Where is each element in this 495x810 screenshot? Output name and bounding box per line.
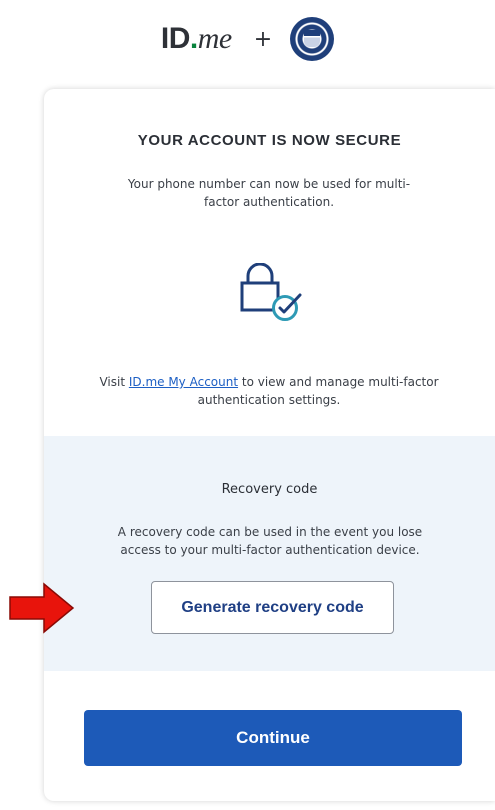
recovery-title: Recovery code (221, 482, 318, 497)
lock-check-icon (238, 262, 308, 321)
continue-button[interactable]: Continue (84, 710, 462, 766)
my-account-link[interactable]: ID.me My Account (129, 375, 238, 389)
header: ID.me + (0, 0, 495, 78)
visit-account-text: Visit ID.me My Account to view and manag… (99, 375, 439, 407)
page-title: YOUR ACCOUNT IS NOW SECURE (137, 132, 402, 149)
ssa-seal-icon (290, 17, 335, 61)
red-arrow-pointer-icon (8, 582, 76, 634)
recovery-code-section: Recovery code A recovery code can be use… (44, 436, 495, 671)
idme-logo: ID.me (160, 22, 232, 55)
generate-recovery-code-button[interactable]: Generate recovery code (151, 581, 394, 634)
plus-sign: + (253, 26, 273, 52)
success-description: Your phone number can now be used for mu… (127, 177, 411, 209)
recovery-description: A recovery code can be used in the event… (117, 525, 423, 557)
mfa-success-card: YOUR ACCOUNT IS NOW SECURE Your phone nu… (44, 89, 495, 801)
